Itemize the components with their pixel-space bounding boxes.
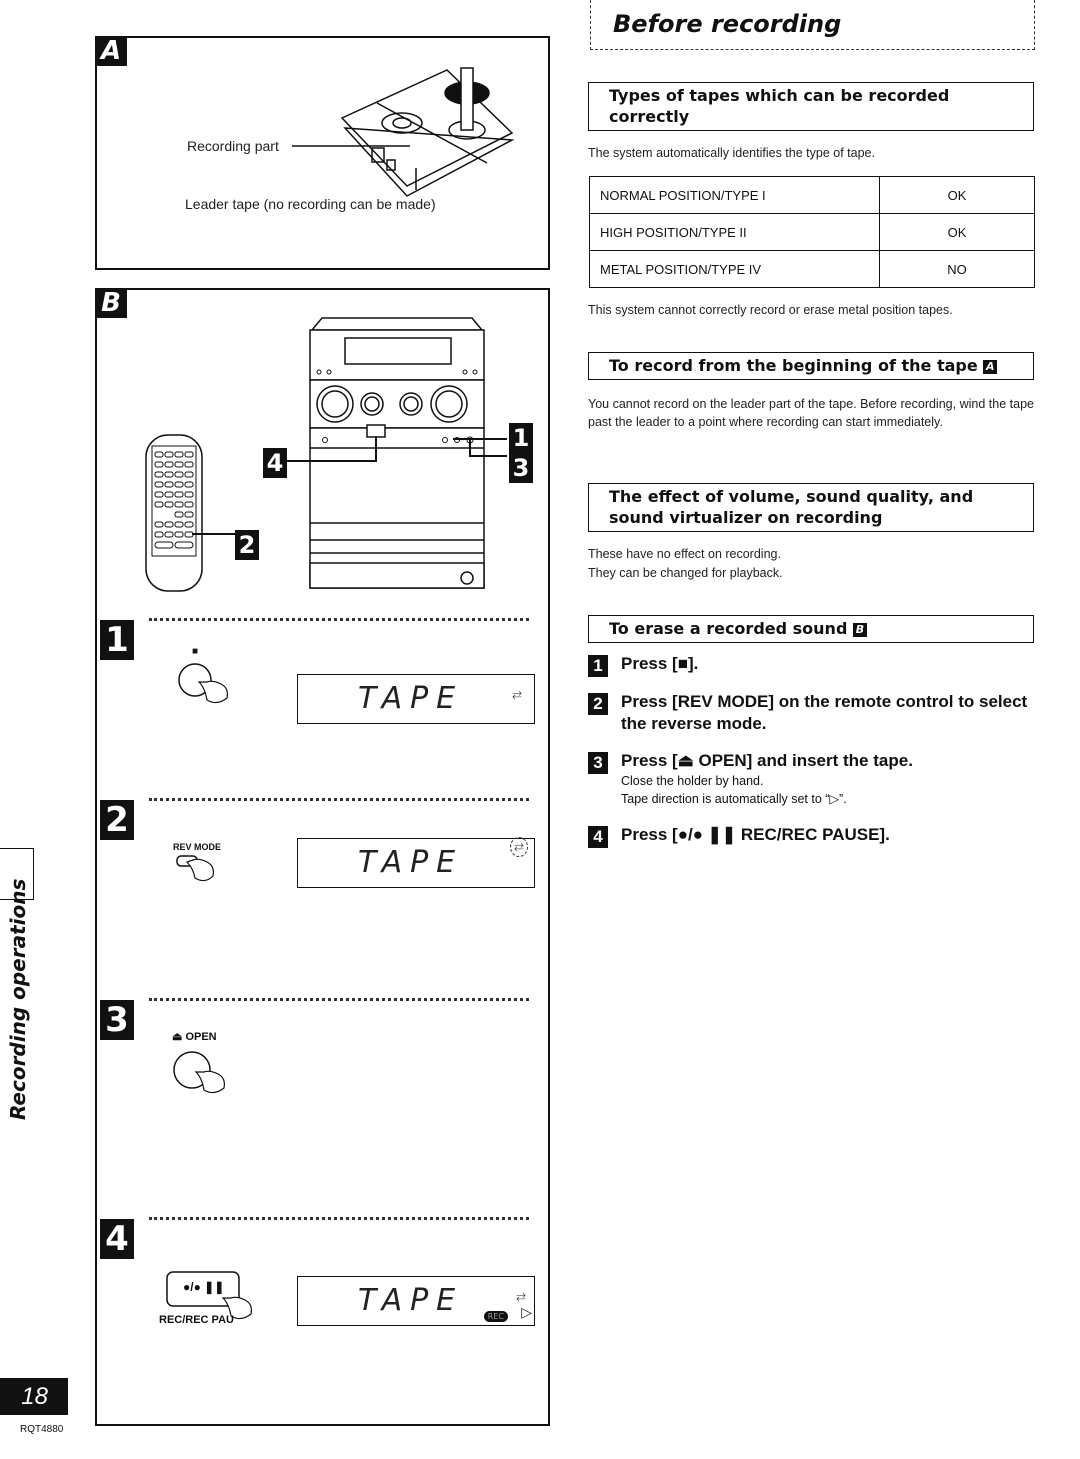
effect-line-1: These have no effect on recording. (588, 547, 781, 561)
step-2-badge: 2 (100, 800, 134, 840)
heading-text: To record from the beginning of the tape (609, 356, 978, 375)
leader-tape-label: Leader tape (no recording can be made) (185, 196, 436, 212)
document-code: RQT4880 (20, 1424, 64, 1435)
step-number: 3 (588, 752, 608, 774)
rec-pause-caption: REC/REC PAU (159, 1314, 234, 1326)
callout-4: 4 (263, 448, 287, 478)
page-title: Before recording (613, 10, 842, 38)
recording-part-label: Recording part (187, 138, 279, 154)
heading-text: To erase a recorded sound (609, 619, 848, 638)
step-subtext: Tape direction is automatically set to “… (621, 792, 847, 806)
lcd-display-step-4: TAPE ⇄ ▷ REC (297, 1276, 535, 1326)
step-text: Press [●/● ❚❚ REC/REC PAUSE]. (621, 825, 890, 844)
reverse-mode-icon: ⇄ (511, 688, 522, 702)
erase-step-4: 4 Press [●/● ❚❚ REC/REC PAUSE]. (588, 824, 1038, 848)
figure-ref-b: B (852, 622, 867, 637)
step-number: 1 (588, 655, 608, 677)
callout-lines (287, 436, 507, 462)
divider (149, 798, 529, 801)
page-title-box: Before recording (590, 0, 1035, 50)
tape-type-cell: NORMAL POSITION/TYPE I (589, 176, 880, 214)
tape-types-table: NORMAL POSITION/TYPE I OK HIGH POSITION/… (589, 176, 1035, 288)
tape-direction-icon: ▷ (521, 1305, 532, 1321)
reverse-mode-icon: ⇄ (509, 837, 528, 857)
open-button-hand-icon[interactable] (172, 1048, 237, 1113)
panel-a-label: A (95, 36, 127, 66)
table-row: NORMAL POSITION/TYPE I OK (589, 176, 1035, 214)
page-number: 18 (0, 1378, 68, 1415)
metal-tape-note: This system cannot correctly record or e… (588, 303, 953, 317)
divider (149, 1217, 529, 1220)
tape-status-cell: OK (879, 176, 1035, 214)
figure-panel-a: A Recording part Leader tape (no recordi… (95, 36, 550, 270)
table-row: METAL POSITION/TYPE IV NO (589, 250, 1035, 288)
rev-mode-button-hand-icon[interactable] (175, 854, 235, 894)
rev-mode-label: REV MODE (173, 842, 222, 852)
tape-status-cell: OK (879, 213, 1035, 251)
lcd-text: TAPE (358, 1283, 464, 1318)
callout-1: 1 (509, 423, 533, 453)
erase-step-2: 2 Press [REV MODE] on the remote control… (588, 691, 1038, 735)
stop-button-hand-icon[interactable] (177, 660, 237, 720)
callout-2: 2 (235, 530, 259, 560)
recording-part-leader (292, 145, 410, 147)
step-text: Press [■]. (621, 654, 699, 673)
beginning-body: You cannot record on the leader part of … (588, 397, 1034, 429)
divider (149, 618, 529, 621)
tape-type-cell: HIGH POSITION/TYPE II (589, 213, 880, 251)
step-text: Press [REV MODE] on the remote control t… (621, 692, 1028, 733)
rec-pause-button-label: ●/● ❚❚ (183, 1280, 225, 1294)
section-heading-erase: To erase a recorded sound B (588, 615, 1034, 643)
erase-step-3: 3 Press [⏏ OPEN] and insert the tape. Cl… (588, 750, 1038, 808)
callout-3: 3 (509, 453, 533, 483)
tape-types-intro: The system automatically identifies the … (588, 146, 875, 160)
cassette-illustration (340, 67, 515, 197)
figure-panel-b: B 1 2 3 4 1 ■ TAPE ⇄ 2 REV MODE TAPE ⇄ 3… (95, 288, 550, 1426)
step-4-badge: 4 (100, 1219, 134, 1259)
lcd-text: TAPE (358, 845, 464, 880)
step-3-badge: 3 (100, 1000, 134, 1040)
effect-line-2: They can be changed for playback. (588, 566, 783, 580)
stop-symbol-label: ■ (192, 646, 199, 657)
tape-type-cell: METAL POSITION/TYPE IV (589, 250, 880, 288)
step-number: 4 (588, 826, 608, 848)
figure-ref-a: A (983, 359, 998, 374)
section-heading-effect: The effect of volume, sound quality, and… (588, 483, 1034, 532)
lcd-text: TAPE (358, 681, 464, 716)
tape-status-cell: NO (879, 250, 1035, 288)
step-subtext: Close the holder by hand. (621, 774, 764, 788)
lcd-display-step-1: TAPE ⇄ (297, 674, 535, 724)
leader-tape-leader (415, 168, 417, 190)
rec-indicator-badge: REC (483, 1311, 508, 1322)
erase-step-1: 1 Press [■]. (588, 653, 1038, 677)
section-heading-tape-types: Types of tapes which can be recorded cor… (588, 82, 1034, 131)
section-tab-label: Recording operations (6, 878, 30, 1120)
step-number: 2 (588, 693, 608, 715)
table-row: HIGH POSITION/TYPE II OK (589, 213, 1035, 251)
step-1-badge: 1 (100, 620, 134, 660)
step-text: Press [⏏ OPEN] and insert the tape. (621, 751, 913, 770)
divider (149, 998, 529, 1001)
open-button-label: ⏏ OPEN (172, 1031, 217, 1043)
section-heading-beginning: To record from the beginning of the tape… (588, 352, 1034, 380)
lcd-display-step-2: TAPE ⇄ (297, 837, 535, 888)
